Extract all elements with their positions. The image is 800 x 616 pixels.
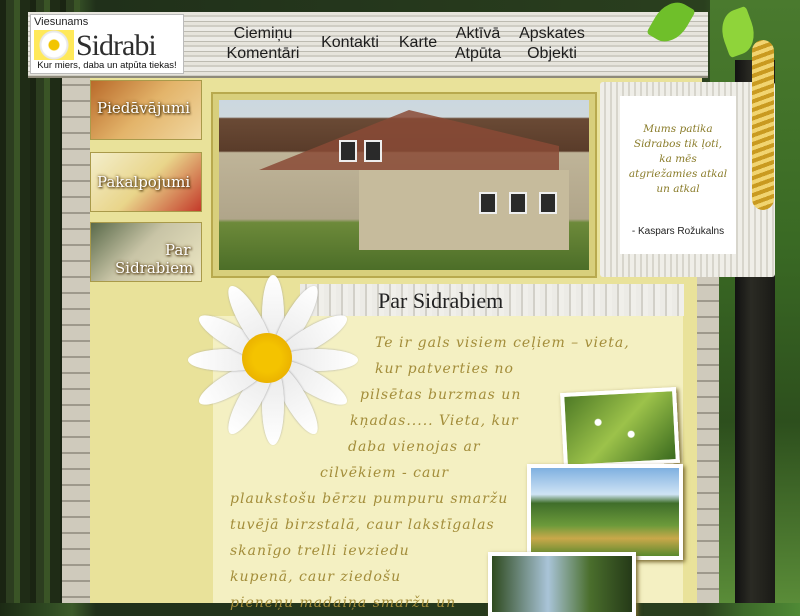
brick-wall-right	[697, 270, 719, 603]
body-line: kņadas..... Vieta, kur	[350, 413, 519, 429]
body-line: plaukstošu bērzu pumpuru smaržu	[230, 491, 509, 507]
body-line: skanīgo trelli ievziedu	[230, 543, 410, 559]
house-roof	[259, 110, 559, 170]
body-line: pilsētas burzmas un	[360, 387, 522, 403]
body-line: kupenā, caur ziedošu	[230, 569, 402, 585]
nav-aktiva-atputa[interactable]: Aktīvā Atpūta	[447, 24, 509, 64]
nav-label-line2: Komentāri	[226, 45, 300, 62]
tab-label: Piedāvājumi	[97, 99, 191, 117]
house-photo	[213, 94, 595, 276]
testimonial-author: - Kaspars Rožukalns	[631, 226, 725, 237]
testimonial-line: ka mēs	[659, 153, 697, 165]
photo-flowers[interactable]	[560, 387, 680, 469]
house-window	[479, 192, 497, 214]
testimonial-text: Mums patika Sidrabos tik ļoti, ka mēs at…	[620, 122, 736, 197]
birch-catkin-decoration	[752, 40, 774, 210]
tab-piedavajumi[interactable]: Piedāvājumi	[90, 80, 202, 140]
body-line: Te ir gals visiem ceļiem – vieta,	[375, 335, 630, 351]
body-line: tuvējā birzstalā, caur lakstīgalas	[230, 517, 495, 533]
nav-kontakti[interactable]: Kontakti	[314, 33, 386, 53]
nav-label-line2: Objekti	[527, 45, 577, 62]
logo-top-label: Viesunams	[34, 16, 89, 28]
logo-name: Sidrabi	[76, 29, 157, 62]
nav-label-line1: Aktīvā	[455, 25, 501, 42]
testimonial-frame: Mums patika Sidrabos tik ļoti, ka mēs at…	[600, 82, 775, 277]
testimonial-card: Mums patika Sidrabos tik ļoti, ka mēs at…	[620, 96, 736, 254]
body-line: pieneņu madaiņa smaržu un	[230, 595, 457, 611]
tab-label: Pakalpojumi	[97, 173, 191, 191]
daisy-center	[242, 333, 292, 383]
body-line: cilvēkiem - caur	[320, 465, 450, 481]
house-window	[339, 140, 357, 162]
testimonial-line: un atkal	[656, 183, 700, 195]
testimonial-line: Mums patika	[643, 123, 713, 135]
nav-label-line1: Apskates	[519, 25, 585, 42]
nav-karte[interactable]: Karte	[392, 33, 444, 53]
nav-label-line1: Karte	[398, 34, 438, 51]
photo-landscape[interactable]	[527, 464, 683, 560]
logo-tagline: Kur miers, daba un atpūta tiekas!	[37, 60, 177, 71]
tab-pakalpojumi[interactable]: Pakalpojumi	[90, 152, 202, 212]
testimonial-line: atgriežamies atkal	[628, 168, 728, 180]
nav-apskates-objekti[interactable]: Apskates Objekti	[512, 24, 592, 64]
house-window	[509, 192, 527, 214]
site-logo[interactable]: Viesunams Sidrabi Kur miers, daba un atp…	[30, 14, 184, 74]
house-window	[539, 192, 557, 214]
nav-label-line1: Kontakti	[321, 34, 379, 51]
section-title: Par Sidrabiem	[378, 288, 504, 313]
body-line: kur patverties no	[375, 361, 514, 377]
nav-label-line2: Atpūta	[454, 45, 502, 62]
tab-label-line1: Par	[165, 241, 191, 259]
photo-birch-grove[interactable]	[488, 552, 636, 616]
brick-wall-left	[62, 70, 90, 603]
nav-label-line1: Ciemiņu	[233, 25, 293, 42]
nav-ciemini-komentari[interactable]: Ciemiņu Komentāri	[218, 24, 308, 64]
house-window	[364, 140, 382, 162]
daisy-icon	[170, 265, 370, 455]
testimonial-line: Sidrabos tik ļoti,	[633, 138, 723, 150]
house-wall	[359, 170, 569, 250]
daisy-icon	[34, 30, 74, 60]
